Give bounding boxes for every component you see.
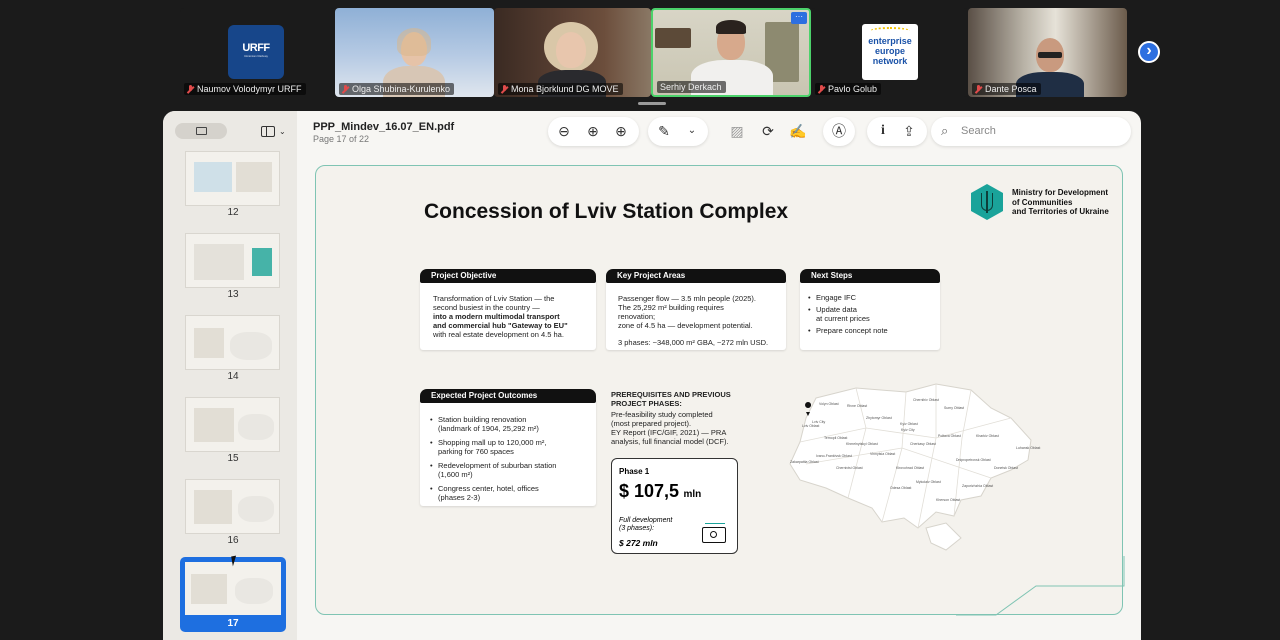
rotate-icon[interactable]: ⟳ — [759, 122, 777, 140]
thumbnail-icon — [196, 127, 207, 135]
phase-cost-box: Phase 1 $ 107,5 mln Full development (3 p… — [611, 458, 738, 554]
participant-name: Pavlo Golub — [815, 83, 882, 95]
page-thumbnail-15[interactable] — [185, 397, 280, 452]
page-number: 17 — [227, 618, 239, 629]
share-icon[interactable]: ⇪ — [900, 122, 918, 140]
participant-tile-naumov[interactable]: URFF Ukrainian Railway Naumov Volodymyr … — [180, 8, 335, 97]
document-filename: PPP_Mindev_16.07_EN.pdf — [313, 121, 455, 133]
participant-video — [556, 32, 586, 68]
muted-mic-icon — [975, 84, 982, 94]
page-number: 16 — [227, 535, 239, 546]
participant-tile-dante[interactable]: Dante Posca — [968, 8, 1127, 97]
money-icon — [702, 523, 726, 543]
outcomes-box: Station building renovation (landmark of… — [420, 398, 596, 506]
objective-header: Project Objective — [420, 269, 596, 283]
page-number: 13 — [227, 289, 239, 300]
participant-tile-serhiy[interactable]: ··· Serhiy Derkach — [651, 8, 811, 97]
muted-mic-icon — [818, 84, 825, 94]
key-areas-box: Passenger flow — 3.5 mln people (2025). … — [606, 278, 786, 350]
page-number: 14 — [227, 371, 239, 382]
participant-tile-mona[interactable]: Mona Bjorklund DG MOVE — [494, 8, 651, 97]
page-thumbnail-13[interactable] — [185, 233, 280, 288]
ministry-trident-logo — [971, 184, 1003, 220]
urff-logo: URFF Ukrainian Railway — [228, 25, 284, 79]
prerequisites-text: PREREQUISITES AND PREVIOUS PROJECT PHASE… — [611, 390, 731, 446]
muted-mic-icon — [501, 84, 508, 94]
muted-mic-icon — [187, 84, 194, 94]
zoom-in-icon[interactable]: ⊕ — [612, 122, 630, 140]
search-icon: ⌕ — [941, 123, 949, 138]
page-thumbnail-12[interactable] — [185, 151, 280, 206]
participant-tile-pavlo[interactable]: enterprise europe network Pavlo Golub — [811, 8, 968, 97]
search-input[interactable]: Search — [961, 125, 996, 137]
chevron-down-icon[interactable]: ⌄ — [683, 122, 701, 140]
pen-icon[interactable]: ✎ — [655, 122, 673, 140]
drag-handle[interactable] — [638, 102, 666, 105]
image-select-icon[interactable]: ▨ — [728, 122, 746, 140]
outcomes-header: Expected Project Outcomes — [420, 389, 596, 403]
participant-name: Naumov Volodymyr URFF — [184, 83, 306, 95]
page-thumbnail-16[interactable] — [185, 479, 280, 534]
more-options-button[interactable]: ··· — [791, 12, 807, 24]
participant-name: Serhiy Derkach — [657, 81, 726, 93]
zoom-out-icon[interactable]: ⊖ — [555, 122, 573, 140]
participant-name: Olga Shubina-Kurulenko — [339, 83, 455, 95]
page-thumbnail-17-selected[interactable]: 17 — [180, 557, 286, 632]
page-thumbnail-14[interactable] — [185, 315, 280, 370]
muted-mic-icon — [342, 84, 349, 94]
page-info: Page 17 of 22 — [313, 134, 370, 144]
info-icon[interactable]: i — [874, 122, 892, 140]
zoom-fit-icon[interactable]: ⊕ — [584, 122, 602, 140]
page-number: 12 — [227, 207, 239, 218]
objective-box: Transformation of Lviv Station — the sec… — [420, 278, 596, 350]
search-field[interactable]: ⌕ Search — [931, 117, 1131, 146]
slide-title: Concession of Lviv Station Complex — [424, 200, 789, 223]
participant-name: Mona Bjorklund DG MOVE — [498, 83, 623, 95]
sign-icon[interactable]: ✍ — [789, 122, 807, 140]
decorative-line — [956, 556, 1125, 616]
markup-circle-icon[interactable]: Ⓐ — [830, 122, 848, 140]
slide-page: Concession of Lviv Station Complex Minis… — [315, 165, 1125, 616]
key-areas-header: Key Project Areas — [606, 269, 786, 283]
participant-name: Dante Posca — [972, 83, 1041, 95]
next-steps-box: Engage IFC Update data at current prices… — [800, 278, 940, 350]
next-participants-button[interactable]: › — [1138, 41, 1160, 63]
sidebar-toggle-icon[interactable]: ⌄ — [261, 123, 287, 141]
ministry-name: Ministry for Development of Communities an… — [1012, 188, 1109, 216]
pdf-viewer-window: 12 13 14 15 16 17 ⌄ PPP_Mindev_16.07_EN.… — [163, 111, 1141, 640]
page-number: 15 — [227, 453, 239, 464]
enterprise-europe-network-logo: enterprise europe network — [862, 24, 918, 80]
participant-tile-olga[interactable]: Olga Shubina-Kurulenko — [335, 8, 494, 97]
next-steps-header: Next Steps — [800, 269, 940, 283]
